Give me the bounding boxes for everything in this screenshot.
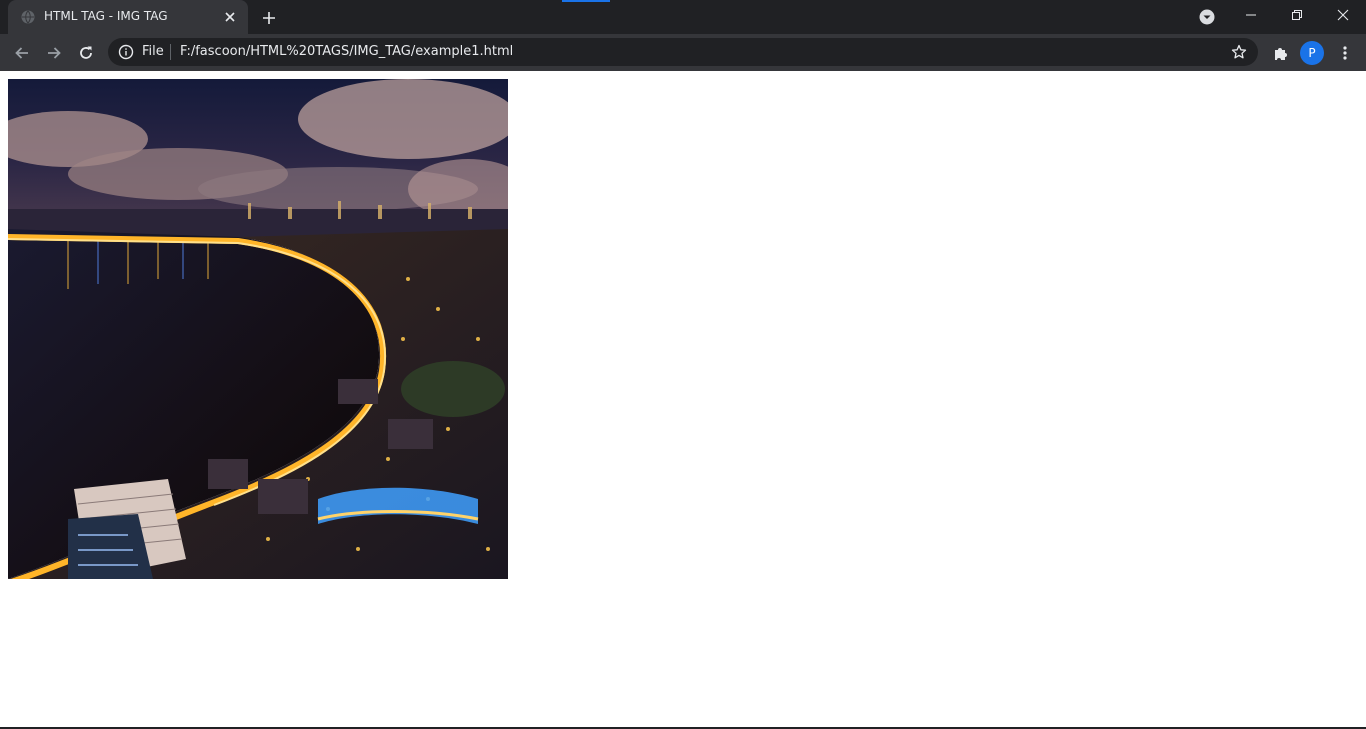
profile-avatar[interactable]: P (1300, 41, 1324, 65)
globe-icon (21, 10, 35, 24)
site-info-label[interactable]: File (142, 44, 164, 59)
chevron-down-icon (1199, 9, 1215, 25)
tab-search-button[interactable] (1198, 8, 1216, 26)
minimize-button[interactable] (1228, 0, 1274, 30)
forward-button[interactable] (41, 40, 67, 66)
tab-close-button[interactable] (222, 9, 238, 25)
info-icon[interactable] (118, 44, 134, 60)
city-night-photo (8, 79, 508, 579)
bookmark-button[interactable] (1228, 42, 1250, 62)
city-night-image (8, 79, 508, 579)
extensions-button[interactable] (1267, 40, 1293, 66)
toolbar: File F:/fascoon/HTML%20TAGS/IMG_TAG/exam… (0, 34, 1366, 71)
tab-strip-accent (562, 0, 610, 2)
kebab-menu-icon (1343, 46, 1347, 60)
minimize-icon (1246, 14, 1256, 16)
arrow-left-icon (15, 47, 28, 59)
tab-active[interactable]: HTML TAG - IMG TAG (8, 0, 248, 34)
page-content (0, 71, 1366, 728)
address-bar[interactable]: File F:/fascoon/HTML%20TAGS/IMG_TAG/exam… (108, 38, 1258, 66)
tab-title: HTML TAG - IMG TAG (44, 9, 168, 23)
reload-button[interactable] (73, 40, 99, 66)
tab-strip: HTML TAG - IMG TAG (0, 0, 1366, 34)
star-icon (1231, 44, 1247, 59)
plus-icon (263, 12, 275, 24)
window-close-button[interactable] (1320, 0, 1366, 30)
profile-initial: P (1308, 46, 1316, 60)
reload-icon (80, 46, 92, 59)
arrow-right-icon (48, 47, 61, 59)
close-icon (225, 12, 235, 22)
restore-button[interactable] (1274, 0, 1320, 30)
url-text[interactable]: F:/fascoon/HTML%20TAGS/IMG_TAG/example1.… (180, 44, 513, 59)
new-tab-button[interactable] (258, 7, 280, 29)
menu-button[interactable] (1332, 40, 1358, 66)
restore-icon (1292, 10, 1302, 20)
close-icon (1337, 9, 1349, 21)
puzzle-icon (1275, 48, 1287, 60)
address-divider (170, 44, 171, 60)
browser-window: HTML TAG - IMG TAG File F:/fascoon/HTML%… (0, 0, 1366, 729)
back-button[interactable] (9, 40, 35, 66)
